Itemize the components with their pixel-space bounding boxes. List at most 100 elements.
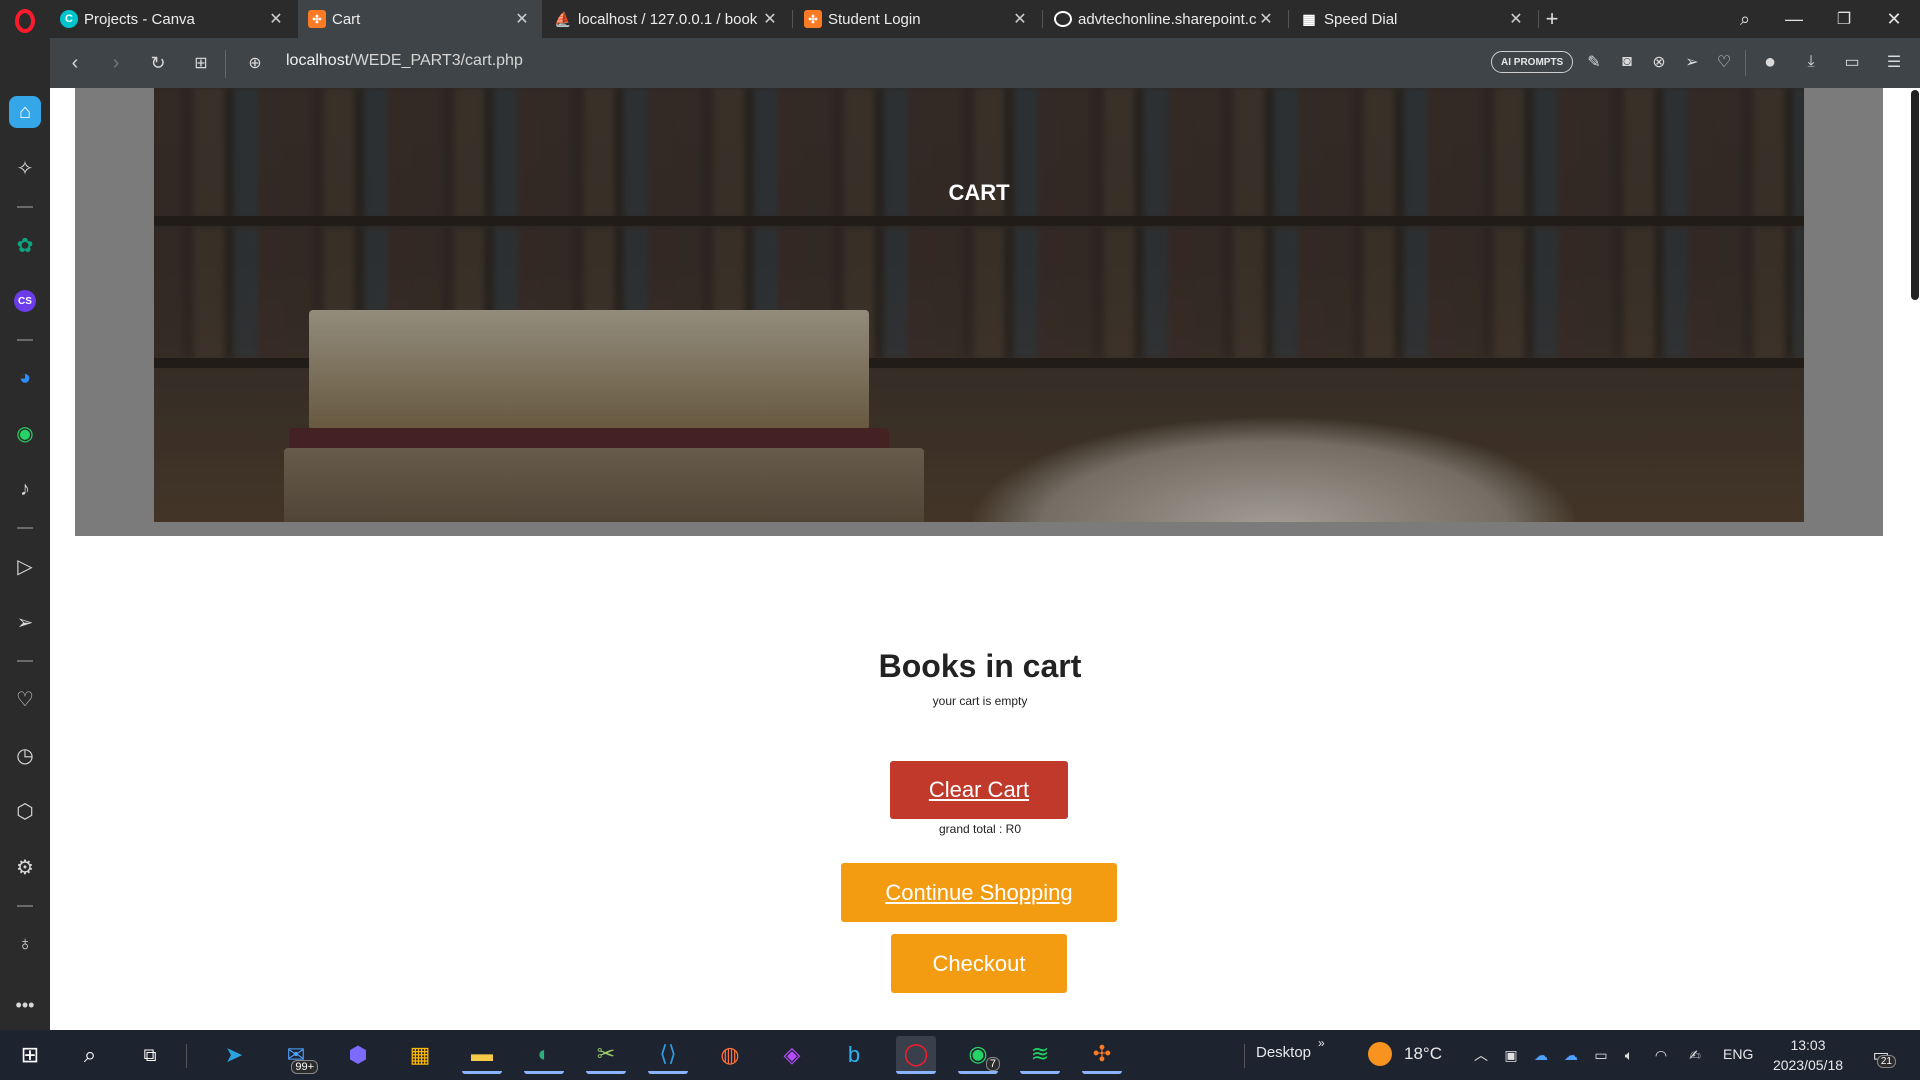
sidebar-separator — [17, 339, 33, 341]
language-indicator[interactable]: ENG — [1723, 1046, 1753, 1062]
bing-icon[interactable]: b — [834, 1036, 874, 1074]
notifications-badge: 21 — [1876, 1055, 1896, 1068]
opera-taskbar-icon[interactable]: ◯ — [896, 1036, 936, 1074]
sidebar-tips-lightbulb-icon[interactable]: ♁ — [9, 928, 41, 960]
sidebar-whatsapp-icon[interactable]: ◉ — [9, 417, 41, 449]
tab-speed-dial[interactable]: ▦ Speed Dial ✕ — [1290, 0, 1536, 38]
microsoft-store-icon[interactable]: ▦ — [400, 1036, 440, 1074]
toolbar-expand-icon[interactable]: » — [1318, 1036, 1325, 1050]
sidebar-chatsonic-icon[interactable]: CS — [9, 285, 41, 317]
scrollbar-thumb[interactable] — [1911, 90, 1919, 300]
snipping-tool-icon[interactable]: ✂ — [586, 1036, 626, 1074]
tab-separator — [792, 10, 793, 28]
opera-logo-icon — [15, 9, 35, 33]
xampp-taskbar-icon[interactable]: ✣ — [1082, 1036, 1122, 1074]
send-icon[interactable]: ➢ — [1678, 48, 1706, 76]
sidebar-tiktok-icon[interactable]: ♪ — [9, 473, 41, 505]
sidebar-player-icon[interactable]: ▷ — [9, 550, 41, 582]
sidebar-settings-icon[interactable]: ⚙ — [9, 851, 41, 883]
edit-icon[interactable]: ✎ — [1580, 48, 1608, 76]
profile-avatar-icon[interactable]: ● — [1756, 48, 1784, 76]
pen-icon[interactable]: ✍︎ — [1682, 1042, 1708, 1068]
firefox-icon[interactable]: ◍ — [710, 1036, 750, 1074]
ai-prompts-button[interactable]: AI PROMPTS — [1491, 51, 1574, 73]
heart-icon[interactable]: ♡ — [1710, 48, 1738, 76]
task-view-icon[interactable]: ⧉ — [130, 1036, 170, 1074]
notifications-icon[interactable]: ▭21 — [1868, 1042, 1896, 1068]
close-tab-icon[interactable]: ✕ — [1010, 9, 1030, 29]
close-tab-icon[interactable]: ✕ — [266, 9, 286, 29]
block-icon[interactable]: ⊗ — [1645, 48, 1673, 76]
camera-icon[interactable]: ◙ — [1613, 48, 1641, 76]
site-info-globe-icon[interactable]: ⊕ — [238, 46, 272, 80]
books-in-cart-heading: Books in cart — [878, 648, 1082, 684]
clock[interactable]: 13:03 2023/05/18 — [1766, 1035, 1850, 1075]
windows-start-icon[interactable]: ⊞ — [10, 1036, 50, 1074]
sidebar-bookmarks-heart-icon[interactable]: ♡ — [9, 683, 41, 715]
whatsapp-icon[interactable]: ◉ 7 — [958, 1036, 1000, 1074]
sidebar-crypto-wallet-icon[interactable]: ⬡ — [9, 795, 41, 827]
edge-icon[interactable]: ◐ — [524, 1036, 564, 1074]
continue-shopping-button[interactable]: Continue Shopping — [841, 863, 1117, 922]
restore-button[interactable]: ❐ — [1828, 4, 1860, 34]
close-window-button[interactable]: ✕ — [1878, 4, 1910, 34]
meet-now-icon[interactable]: ▣ — [1498, 1042, 1524, 1068]
close-tab-icon[interactable]: ✕ — [1256, 9, 1276, 29]
forward-button[interactable]: › — [99, 46, 133, 80]
checkout-button[interactable]: Checkout — [891, 934, 1067, 993]
url-field[interactable]: localhost/WEDE_PART3/cart.php — [286, 52, 523, 74]
sidebar-extensions-icon[interactable]: ✧ — [9, 152, 41, 184]
file-explorer-icon[interactable]: ▬ — [462, 1036, 502, 1074]
toolbar-divider — [1745, 50, 1746, 76]
tab-overview-icon[interactable]: ⊞ — [184, 46, 218, 80]
sidebar-home-icon[interactable]: ⌂ — [9, 96, 41, 128]
tab-projects-canva[interactable]: C Projects - Canva ✕ — [50, 0, 296, 38]
sidebar-flow-icon[interactable]: ➢ — [9, 606, 41, 638]
tab-cart[interactable]: ✣ Cart ✕ — [298, 0, 542, 38]
sidebar-history-icon[interactable]: ◷ — [9, 739, 41, 771]
mail-icon[interactable]: ✉ 99+ — [276, 1036, 318, 1074]
search-tabs-icon[interactable]: ⌕ — [1729, 4, 1761, 34]
whatsapp-badge: 7 — [985, 1057, 1000, 1071]
close-tab-icon[interactable]: ✕ — [760, 9, 780, 29]
tab-student-login[interactable]: ✣ Student Login ✕ — [794, 0, 1040, 38]
mail-badge: 99+ — [291, 1060, 318, 1074]
xampp-icon: ✣ — [804, 10, 822, 28]
tab-separator — [1042, 10, 1043, 28]
wifi-icon[interactable]: ◠ — [1648, 1042, 1674, 1068]
desktop-toolbar-label[interactable]: Desktop — [1256, 1044, 1311, 1061]
minimize-button[interactable]: — — [1778, 4, 1810, 34]
vscode-icon[interactable]: ⟨⟩ — [648, 1036, 688, 1074]
grand-total-text: grand total : R0 — [938, 822, 1022, 836]
back-button[interactable]: ‹ — [58, 46, 92, 80]
new-tab-button[interactable]: + — [1536, 4, 1568, 34]
battery-saver-icon[interactable]: ▭ — [1838, 48, 1866, 76]
tab-phpmyadmin[interactable]: ⛵ localhost / 127.0.0.1 / book ✕ — [544, 0, 790, 38]
battery-icon[interactable]: ▭ — [1588, 1042, 1614, 1068]
tab-sharepoint[interactable]: advtechonline.sharepoint.c ✕ — [1044, 0, 1286, 38]
sidebar-messenger-icon[interactable]: ◕ — [9, 362, 41, 394]
volume-icon[interactable]: 🔈︎ — [1616, 1042, 1642, 1068]
download-icon[interactable]: ⤓ — [1797, 48, 1825, 76]
sidebar-chatgpt-icon[interactable]: ✿ — [9, 229, 41, 261]
canva-icon: C — [60, 10, 78, 28]
opera-menu-button[interactable] — [8, 6, 42, 36]
mask-app-icon[interactable]: ◈ — [772, 1036, 812, 1074]
clear-cart-button[interactable]: Clear Cart — [890, 761, 1068, 819]
copilot-icon[interactable]: ⬢ — [338, 1036, 378, 1074]
show-hidden-icons-chevron-icon[interactable]: ︿ — [1468, 1042, 1494, 1068]
onedrive-sync-icon[interactable]: ☁ — [1528, 1042, 1554, 1068]
weather-temperature[interactable]: 18°C — [1404, 1044, 1442, 1064]
close-tab-icon[interactable]: ✕ — [512, 9, 532, 29]
close-tab-icon[interactable]: ✕ — [1506, 9, 1526, 29]
reload-button[interactable]: ↻ — [141, 46, 175, 80]
onedrive-icon[interactable]: ☁ — [1558, 1042, 1584, 1068]
easy-setup-icon[interactable]: ☰ — [1880, 48, 1908, 76]
taskbar-divider — [1244, 1044, 1245, 1068]
search-icon[interactable]: ⌕ — [70, 1036, 110, 1074]
spotify-icon[interactable]: ≋ — [1020, 1036, 1060, 1074]
weather-sun-icon[interactable] — [1368, 1042, 1392, 1066]
telegram-icon[interactable]: ➤ — [214, 1036, 254, 1074]
toolbar-divider — [225, 50, 226, 78]
sidebar-more-icon[interactable]: ••• — [9, 989, 41, 1021]
